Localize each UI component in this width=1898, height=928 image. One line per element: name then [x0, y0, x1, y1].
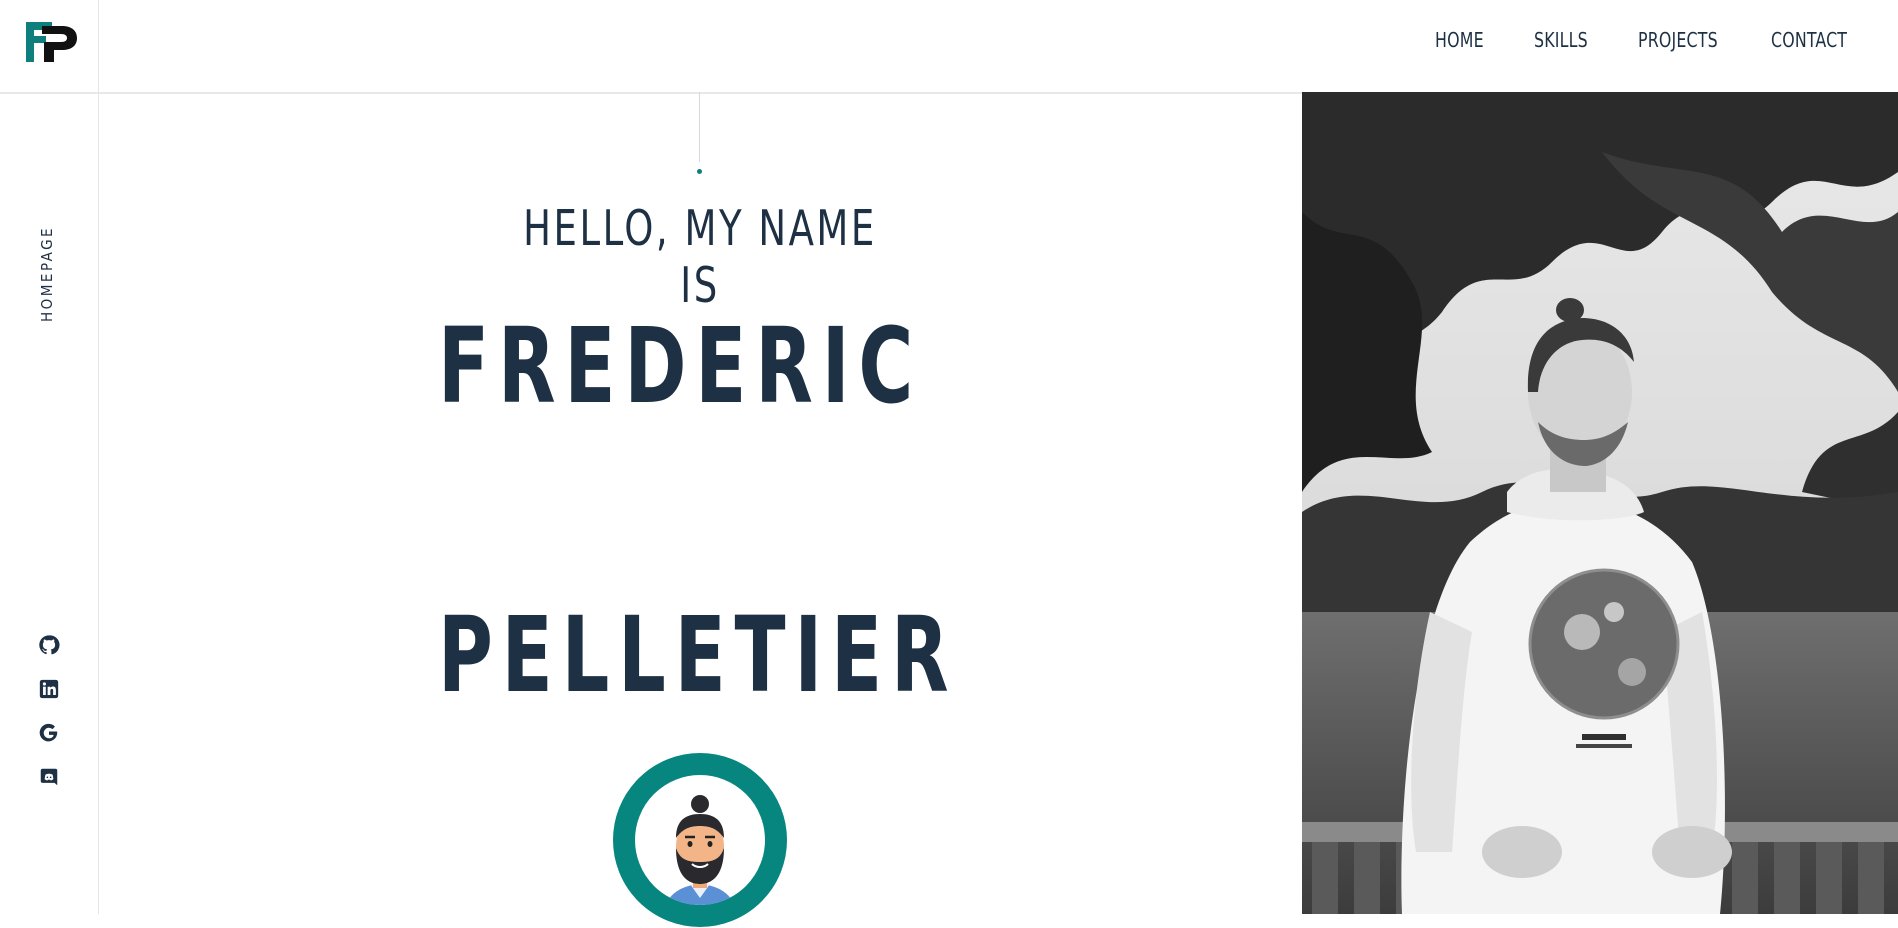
nav-contact[interactable]: CONTACT	[1771, 28, 1847, 52]
fp-logo-icon[interactable]	[26, 22, 78, 64]
nav-home[interactable]: HOME	[1435, 28, 1484, 52]
side-rail: HOMEPAGE	[0, 92, 99, 914]
discord-icon[interactable]	[38, 766, 60, 788]
linkedin-icon[interactable]	[38, 678, 60, 700]
avatar-icon	[613, 753, 787, 927]
last-name: PELLETIER	[438, 594, 958, 716]
profile-photo	[1302, 92, 1898, 914]
page-label: HOMEPAGE	[38, 225, 56, 322]
decorative-dot	[697, 169, 702, 174]
first-name: FREDERIC	[438, 305, 923, 427]
google-icon[interactable]	[38, 722, 60, 744]
social-links	[38, 634, 60, 788]
main-nav: HOME SKILLS PROJECTS CONTACT	[1435, 28, 1858, 52]
logo-cell	[0, 0, 99, 92]
greeting-text: HELLO, MY NAME IS	[523, 200, 877, 314]
github-icon[interactable]	[38, 634, 60, 656]
decorative-line	[699, 92, 700, 162]
nav-projects[interactable]: PROJECTS	[1638, 28, 1718, 52]
nav-skills[interactable]: SKILLS	[1534, 28, 1588, 52]
top-header: HOME SKILLS PROJECTS CONTACT	[0, 0, 1898, 94]
